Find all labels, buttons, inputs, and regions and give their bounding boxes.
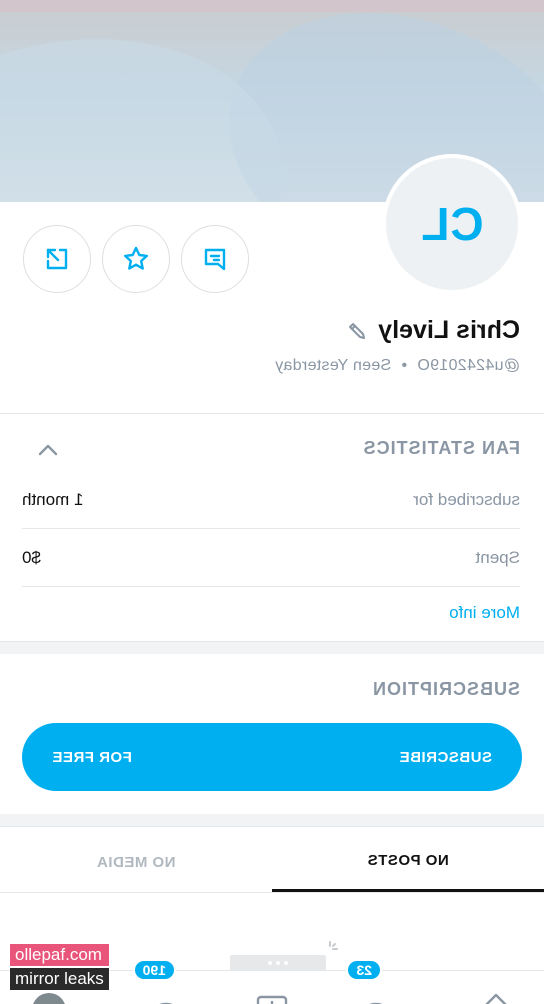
watermark-line-1: ollepaf.com xyxy=(10,944,109,966)
message-button[interactable] xyxy=(181,225,249,293)
stat-label: Spent xyxy=(475,548,520,567)
stat-row-spent: Spent $0 xyxy=(22,530,520,586)
divider xyxy=(0,892,544,893)
messages-nav-item[interactable]: 23 xyxy=(344,959,404,1004)
stat-row-subscribed: subscribed for 1 month xyxy=(22,472,520,528)
watermark: ollepaf.com mirror leaks xyxy=(10,944,109,992)
stat-label: subscribed for xyxy=(413,490,520,509)
fan-statistics-title: FAN STATISTICS xyxy=(362,438,520,458)
last-seen: Seen Yesterday xyxy=(274,357,392,374)
subscription-title: SUBSCRIPTION xyxy=(371,679,520,699)
add-icon[interactable] xyxy=(254,989,290,1004)
pencil-icon[interactable] xyxy=(346,320,368,342)
subscribe-button[interactable]: SUBSCRIBE FOR FREE xyxy=(22,723,522,791)
divider xyxy=(22,528,520,529)
profile-name-row: Chris Lively xyxy=(346,316,520,345)
chevron-up-icon[interactable] xyxy=(34,436,62,464)
watermark-line-2: mirror leaks xyxy=(10,968,109,990)
home-icon[interactable] xyxy=(478,989,514,1004)
profile-name: Chris Lively xyxy=(378,316,520,344)
notifications-badge: 190 xyxy=(132,959,176,981)
meta-separator: • xyxy=(401,357,408,374)
avatar[interactable]: CL xyxy=(382,154,522,294)
loading-indicator xyxy=(230,955,326,971)
section-gap xyxy=(0,814,544,826)
messages-icon xyxy=(362,1002,390,1004)
share-icon xyxy=(46,248,68,270)
profile-meta: @u4242019O • Seen Yesterday xyxy=(275,357,520,375)
profile-handle: @u4242019O xyxy=(417,357,520,374)
divider xyxy=(0,413,544,414)
user-avatar-icon[interactable] xyxy=(32,993,66,1004)
profile-screen: CL Chris Lively @u4242019O • Seen Yester… xyxy=(0,0,544,1004)
share-button[interactable] xyxy=(23,225,91,293)
favorite-button[interactable] xyxy=(102,225,170,293)
stat-value: 1 month xyxy=(22,490,84,509)
notifications-icon xyxy=(152,1002,180,1004)
stat-value: $0 xyxy=(22,548,41,567)
avatar-initials: CL xyxy=(420,198,484,250)
more-info-link[interactable]: More info xyxy=(449,603,520,623)
divider xyxy=(22,586,520,587)
subscribe-price-label: FOR FREE xyxy=(52,748,132,766)
messages-badge: 23 xyxy=(346,959,382,981)
notifications-nav-item[interactable]: 190 xyxy=(114,959,184,1004)
tab-media[interactable]: NO MEDIA xyxy=(0,832,272,892)
message-icon xyxy=(204,248,226,271)
star-icon xyxy=(124,246,148,270)
divider xyxy=(0,826,544,827)
tab-media-label: NO MEDIA xyxy=(96,853,176,871)
tab-posts-label: NO POSTS xyxy=(367,852,449,869)
subscribe-label: SUBSCRIBE xyxy=(399,748,492,766)
tab-posts[interactable]: NO POSTS xyxy=(272,832,544,892)
section-gap xyxy=(0,642,544,654)
